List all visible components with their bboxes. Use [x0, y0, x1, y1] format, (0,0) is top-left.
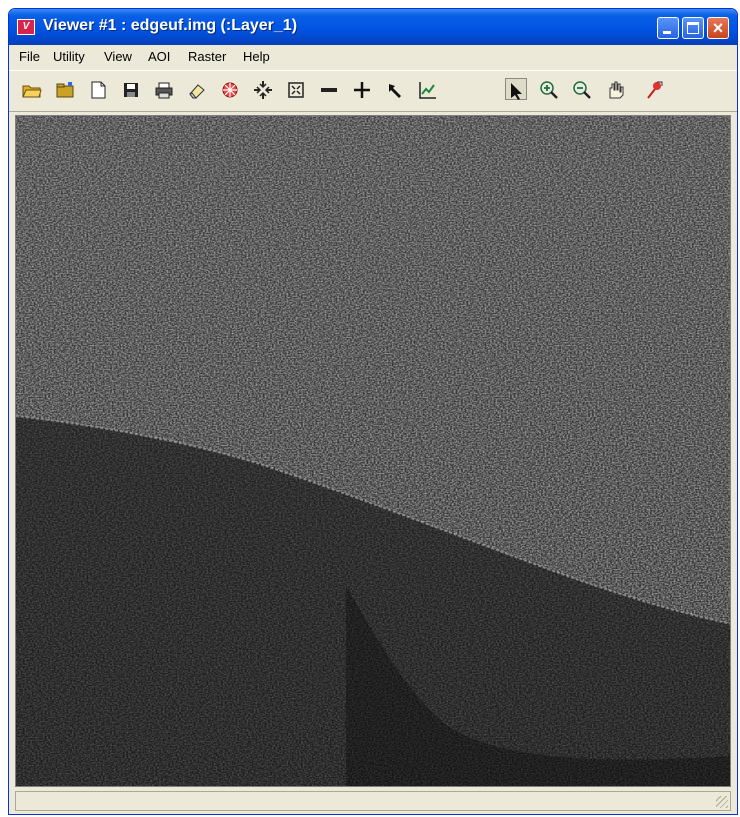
- minimize-button[interactable]: [657, 17, 679, 39]
- profile-icon[interactable]: [417, 79, 439, 101]
- menu-help[interactable]: Help: [243, 49, 270, 64]
- info-pin-icon[interactable]: [644, 79, 666, 101]
- menu-file[interactable]: File: [19, 49, 40, 64]
- minimize-icon: [663, 31, 671, 34]
- inquire-cursor-icon[interactable]: [384, 79, 406, 101]
- radiometric-icon[interactable]: [219, 79, 241, 101]
- zoom-out-icon[interactable]: [571, 79, 593, 101]
- viewer-window: V Viewer #1 : edgeuf.img (:Layer_1) × Fi…: [8, 8, 738, 815]
- menu-raster[interactable]: Raster: [188, 49, 226, 64]
- open-layer-icon[interactable]: [54, 79, 76, 101]
- open-folder-icon[interactable]: [21, 79, 43, 101]
- raster-viewport[interactable]: [15, 115, 731, 787]
- maximize-icon: [687, 22, 699, 34]
- menu-view[interactable]: View: [104, 49, 132, 64]
- erase-icon[interactable]: [186, 79, 208, 101]
- status-bar: [15, 791, 731, 811]
- menu-aoi[interactable]: AOI: [148, 49, 170, 64]
- new-document-icon[interactable]: [87, 79, 109, 101]
- zoom-in-icon[interactable]: [538, 79, 560, 101]
- print-icon[interactable]: [153, 79, 175, 101]
- pan-hand-icon[interactable]: [604, 79, 626, 101]
- raster-image: [16, 116, 730, 786]
- close-icon: ×: [712, 18, 724, 38]
- app-icon[interactable]: V: [17, 19, 35, 35]
- save-icon[interactable]: [120, 79, 142, 101]
- close-button[interactable]: ×: [707, 17, 729, 39]
- select-arrow-icon[interactable]: [505, 78, 527, 100]
- crosshair-icon[interactable]: [351, 79, 373, 101]
- title-bar[interactable]: V Viewer #1 : edgeuf.img (:Layer_1) ×: [9, 9, 737, 45]
- fit-window-icon[interactable]: [285, 79, 307, 101]
- menu-utility[interactable]: Utility: [53, 49, 85, 64]
- menu-bar: File Utility View AOI Raster Help: [9, 45, 737, 69]
- resize-grip-icon[interactable]: [716, 796, 728, 808]
- window-title: Viewer #1 : edgeuf.img (:Layer_1): [43, 17, 298, 34]
- measure-line-icon[interactable]: [318, 79, 340, 101]
- maximize-button[interactable]: [682, 17, 704, 39]
- toolbar: [9, 70, 737, 112]
- fit-extent-icon[interactable]: [252, 79, 274, 101]
